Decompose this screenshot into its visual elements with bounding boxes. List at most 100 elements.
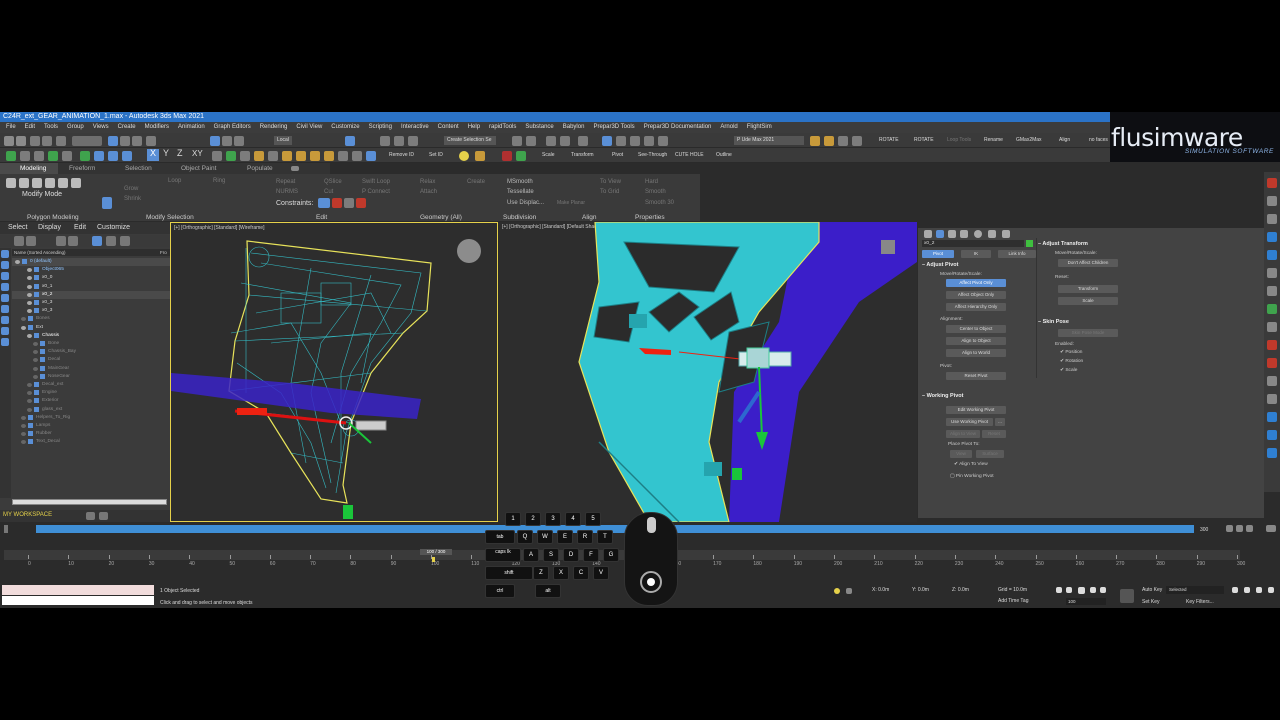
percent-snap-icon[interactable]	[408, 136, 418, 146]
scene-tab-edit[interactable]: Edit	[74, 224, 86, 231]
menu-item-tools[interactable]: Tools	[44, 122, 58, 133]
smooth-30-button[interactable]: Smooth 30	[645, 200, 674, 206]
rect-select-icon[interactable]	[132, 136, 142, 146]
rotate-button-1[interactable]: ROTATE	[879, 136, 899, 145]
light-bulb-icon[interactable]	[459, 151, 469, 161]
zoom-icon-1[interactable]	[1226, 525, 1233, 532]
strip-tool-icon-8[interactable]	[1267, 304, 1277, 314]
render-setup-icon[interactable]	[630, 136, 640, 146]
object-color-swatch[interactable]	[1026, 240, 1033, 247]
visibility-eye-icon[interactable]	[33, 374, 38, 379]
stack-icon[interactable]	[71, 178, 81, 188]
attach-button[interactable]: Attach	[420, 189, 437, 195]
constraint-edge-icon[interactable]	[332, 198, 342, 208]
play-icon[interactable]	[1078, 587, 1085, 594]
column-header-name[interactable]: Name (Sorted Ascending)	[14, 250, 66, 255]
side-filter-icon-8[interactable]	[1, 327, 9, 335]
scale-button-cmd[interactable]: Scale	[1058, 297, 1118, 305]
menu-item-prepar3d-tools[interactable]: Prepar3D Tools	[593, 122, 634, 133]
strip-tool-icon-15[interactable]	[1267, 430, 1277, 440]
scene-tree-item[interactable]: Helpers_To_Rig	[12, 414, 170, 422]
visibility-eye-icon[interactable]	[15, 260, 20, 264]
strip-tool-icon-6[interactable]	[1267, 268, 1277, 278]
msmooth-button[interactable]: MSmooth	[507, 179, 533, 185]
layer-filter-icon[interactable]	[92, 236, 102, 246]
goto-start-icon[interactable]	[1056, 587, 1062, 593]
cute-hole-button[interactable]: CUTE HOLE	[675, 151, 704, 160]
menu-item-arnold[interactable]: Arnold	[720, 122, 737, 133]
isolate-icon[interactable]	[834, 588, 840, 594]
scene-tree-item[interactable]: Decal_ext	[12, 381, 170, 389]
open-folder-icon[interactable]	[810, 136, 820, 146]
prev-frame-icon[interactable]	[1066, 587, 1072, 593]
modify-mode-label[interactable]: Modify Mode	[22, 191, 62, 198]
scene-tree-item[interactable]: Text_Decal	[12, 438, 170, 446]
visibility-eye-icon[interactable]	[27, 268, 32, 273]
strip-tool-icon-3[interactable]	[1267, 214, 1277, 224]
visibility-eye-icon[interactable]	[27, 383, 32, 387]
column-header-frozen[interactable]: Fro	[160, 250, 167, 255]
visibility-eye-icon[interactable]	[21, 317, 26, 322]
poly-tool-icon-1[interactable]	[212, 151, 222, 161]
named-selection-set[interactable]: Create Selection Se	[444, 136, 496, 145]
dont-affect-children-button[interactable]: Don't Affect Children	[1058, 259, 1118, 267]
ik-tab-button[interactable]: IK	[961, 250, 991, 258]
working-pivot-header[interactable]: – Working Pivot	[922, 393, 963, 399]
tab-freeform[interactable]: Freeform	[69, 163, 95, 174]
poly-tool-icon-12[interactable]	[366, 151, 376, 161]
scene-tree-item[interactable]: x0_3	[12, 299, 170, 307]
visibility-eye-icon[interactable]	[33, 358, 38, 363]
menu-item-create[interactable]: Create	[118, 122, 136, 133]
add-time-tag[interactable]: Add Time Tag	[998, 598, 1028, 604]
transform-button[interactable]: Transform	[571, 151, 594, 160]
visibility-eye-icon[interactable]	[27, 292, 32, 297]
create-button[interactable]: Create	[467, 179, 485, 185]
menu-item-civil-view[interactable]: Civil View	[296, 122, 322, 133]
group-filter-icon[interactable]	[120, 236, 130, 246]
menu-item-interactive[interactable]: Interactive	[401, 122, 429, 133]
scene-tree-item[interactable]: Lamps	[12, 422, 170, 430]
window-crossing-icon[interactable]	[146, 136, 156, 146]
pan-icon[interactable]	[1232, 587, 1238, 593]
visibility-eye-icon[interactable]	[33, 342, 38, 346]
center-to-object-button[interactable]: Center to Object	[946, 325, 1006, 333]
constraint-none-icon[interactable]	[318, 198, 330, 208]
move-icon[interactable]	[210, 136, 220, 146]
render-icon[interactable]	[658, 136, 668, 146]
visibility-eye-icon[interactable]	[33, 350, 38, 355]
checker-icon[interactable]	[516, 151, 526, 161]
outline-button[interactable]: Outline	[716, 151, 732, 160]
frame-counter[interactable]: 100 / 300	[420, 549, 452, 555]
link-icon[interactable]	[30, 136, 40, 146]
scene-tree-item[interactable]: MainGear	[12, 365, 170, 373]
surface-button[interactable]: Surface	[976, 450, 1004, 458]
x-axis-icon[interactable]: X	[147, 149, 159, 161]
strip-tool-icon-7[interactable]	[1267, 286, 1277, 296]
display-tab-icon[interactable]	[974, 230, 982, 238]
scene-tree-item[interactable]: x0_2	[12, 290, 170, 299]
scene-tab-display[interactable]: Display	[38, 224, 61, 231]
constraint-face-icon[interactable]	[344, 198, 354, 208]
visibility-eye-icon[interactable]	[27, 407, 32, 412]
scene-tree-item[interactable]: Rubber	[12, 430, 170, 438]
lock-icon[interactable]	[846, 588, 852, 594]
coord-y[interactable]: Y: 0.0m	[912, 587, 929, 593]
poly-tool-icon-2[interactable]	[226, 151, 236, 161]
scene-tree-item[interactable]: Object065	[12, 266, 170, 274]
strip-tool-icon-14[interactable]	[1267, 412, 1277, 422]
visibility-eye-icon[interactable]	[27, 309, 32, 314]
snap-toggle-icon[interactable]	[380, 136, 390, 146]
visibility-eye-icon[interactable]	[21, 424, 26, 428]
material-icon[interactable]	[475, 151, 485, 161]
layer-icon[interactable]	[86, 512, 95, 520]
loop-tools-button[interactable]: Loop Tools	[947, 136, 971, 145]
auto-key-button[interactable]: Auto Key	[1142, 587, 1162, 593]
poly-tool-icon-11[interactable]	[352, 151, 362, 161]
object-name-field[interactable]: x0_2	[922, 240, 1024, 247]
group-modify-selection[interactable]: Modify Selection	[146, 214, 194, 221]
skin-pose-header[interactable]: – Skin Pose	[1038, 319, 1069, 325]
set-id-button[interactable]: Set ID	[429, 151, 443, 160]
p-connect-button[interactable]: P Connect	[362, 189, 390, 195]
create-tab-icon[interactable]	[924, 230, 932, 238]
poly-tool-icon-4[interactable]	[254, 151, 264, 161]
